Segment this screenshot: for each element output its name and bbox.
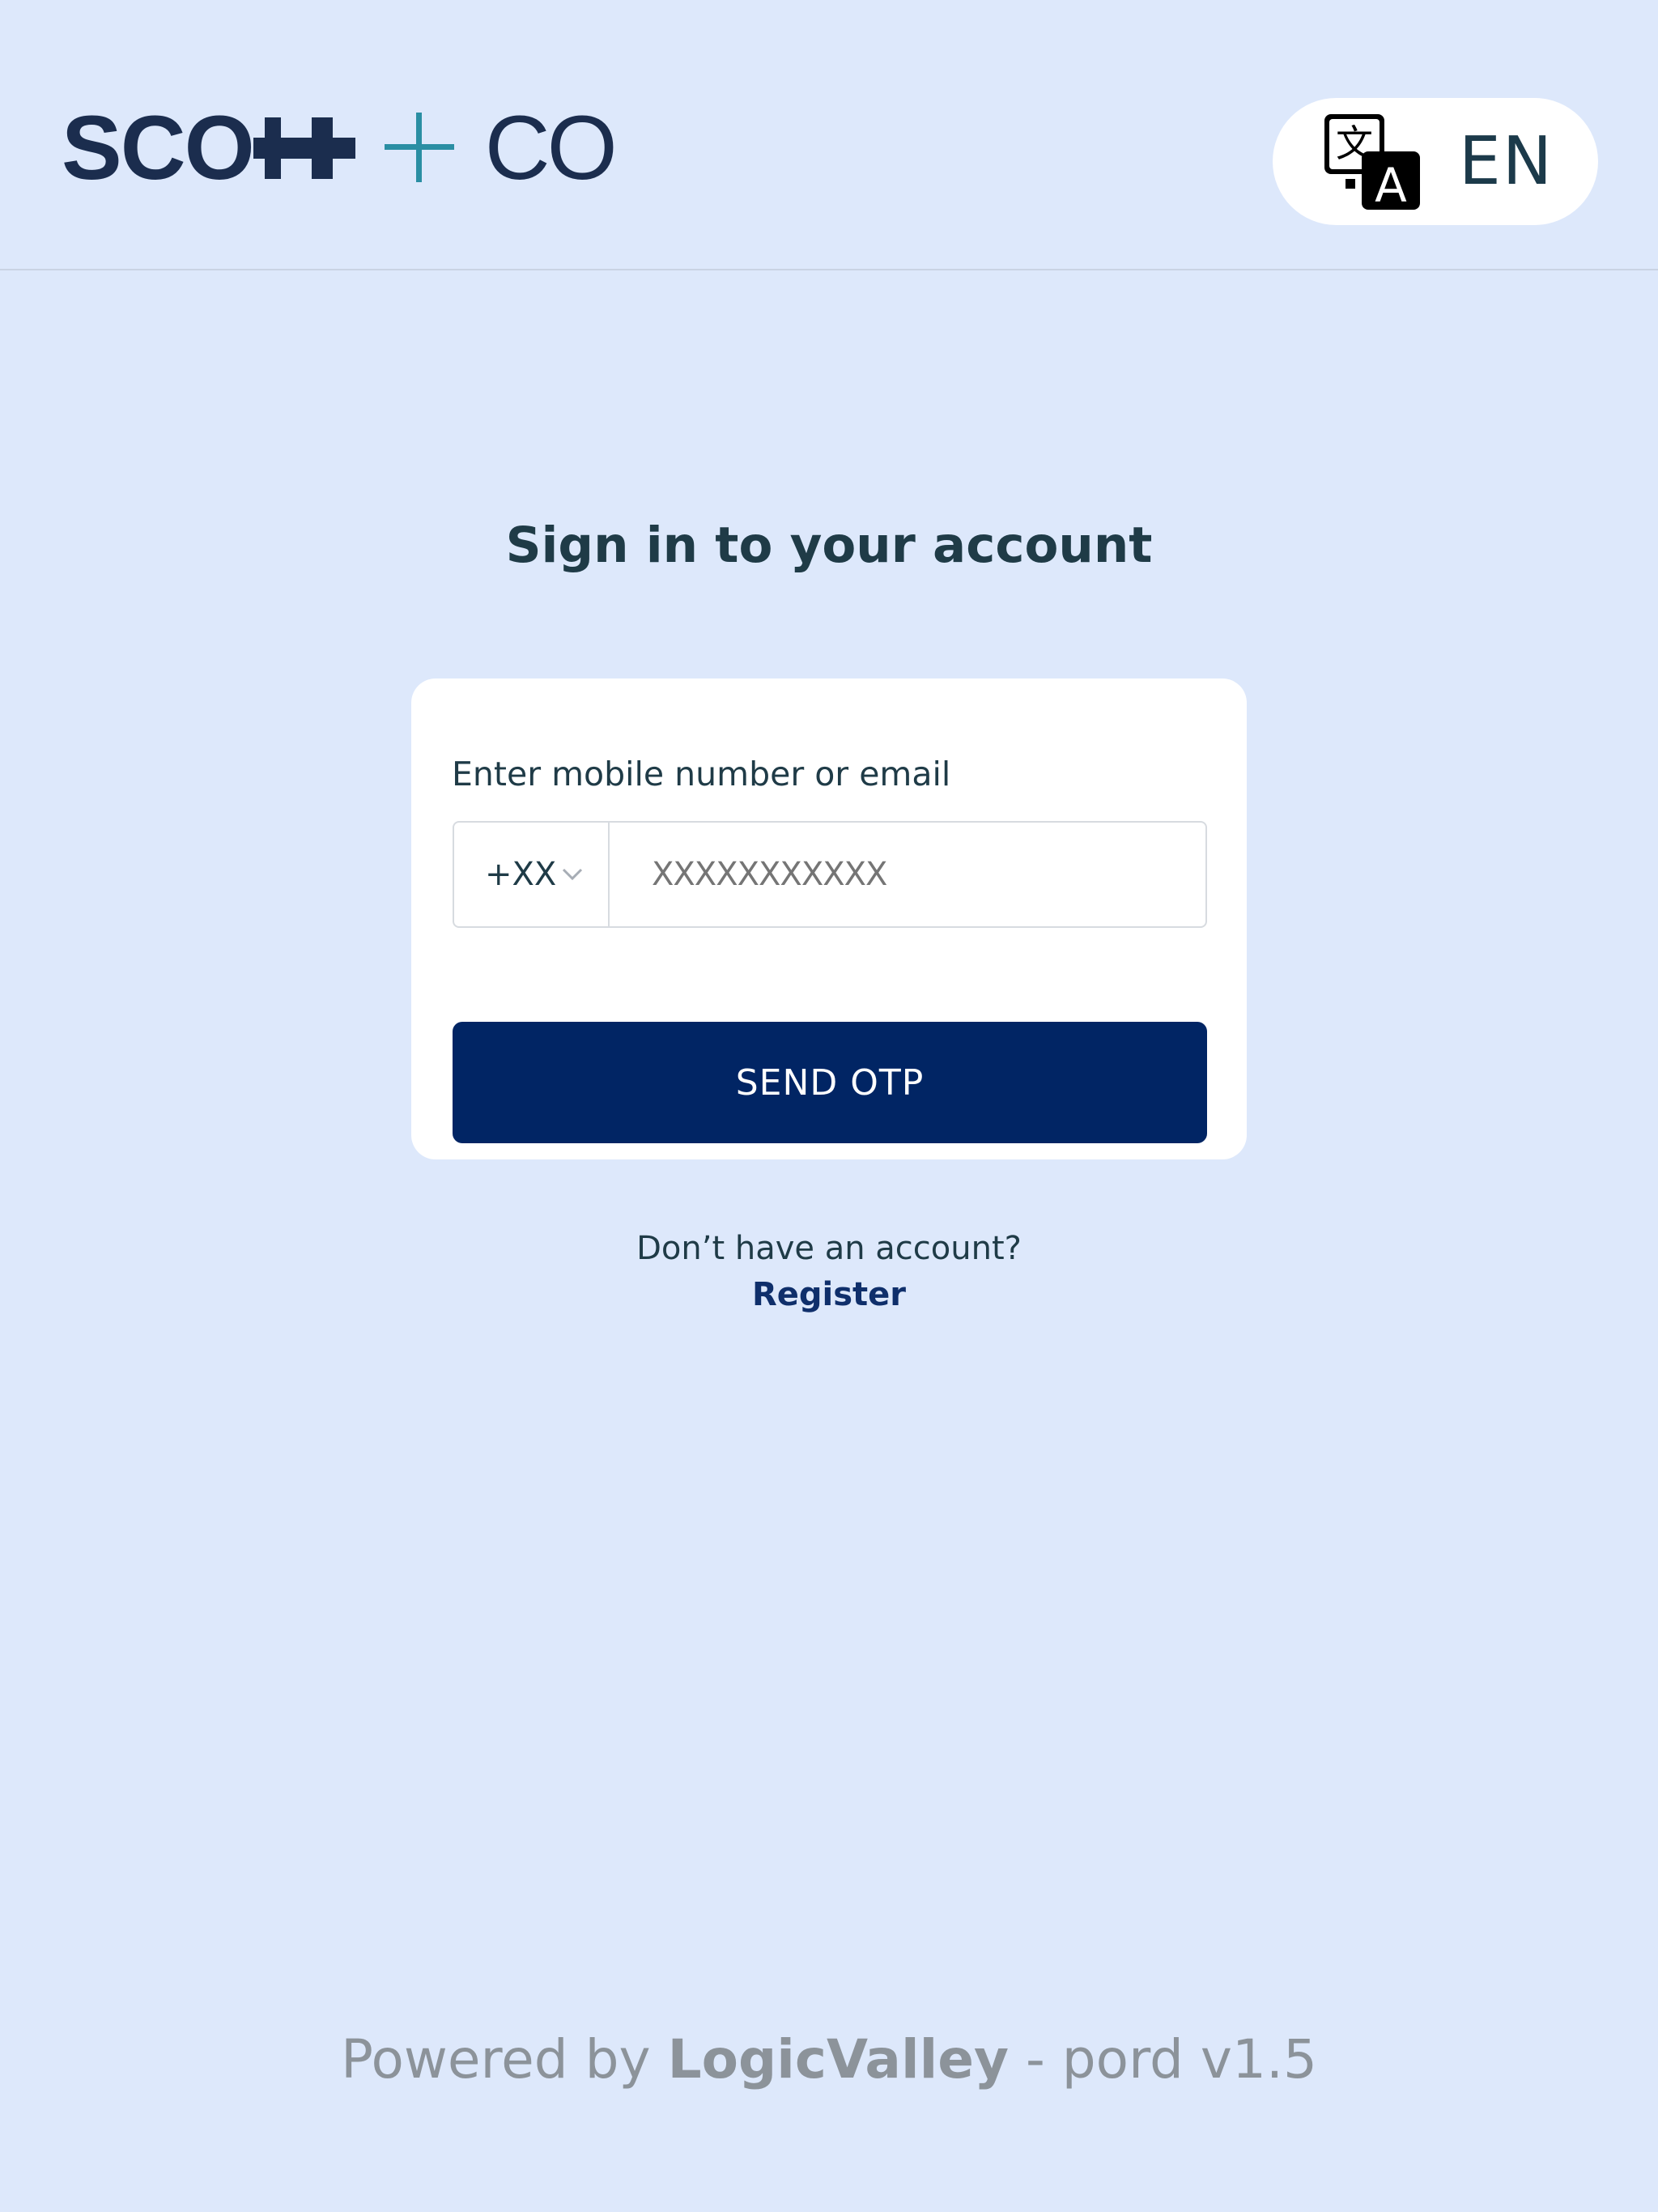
footer-powered-by: Powered by LogicValley - pord v1.5 [0,2026,1658,2094]
page-title: Sign in to your account [505,517,1153,574]
send-otp-button[interactable]: SEND OTP [453,1022,1207,1143]
country-code-select[interactable]: +XX [454,823,610,926]
logo-word: SCO [62,97,255,198]
language-label: EN [1459,123,1554,200]
language-selector-button[interactable]: 文 A EN [1273,98,1598,225]
header: SCO CO 文 A EN [0,0,1658,270]
chevron-down-icon [562,868,583,881]
register-link[interactable]: Register [0,1272,1658,1317]
logo-co: CO [484,97,618,198]
translate-icon: 文 A [1324,114,1420,211]
footer-prefix: Powered by [341,2028,668,2091]
logo-crosses-icon [253,113,454,182]
register-prompt: Don’t have an account? [636,1230,1022,1267]
svg-text:A: A [1375,158,1407,211]
field-label: Enter mobile number or email [452,755,951,793]
country-code-value: +XX [485,856,557,893]
contact-input[interactable] [610,823,1205,926]
footer-version: - pord v1.5 [1009,2028,1317,2091]
contact-input-group: +XX [453,821,1207,928]
footer-brand: LogicValley [667,2028,1010,2091]
signin-card: Enter mobile number or email +XX SEND OT… [411,678,1247,1159]
brand-logo: SCO CO [62,97,618,198]
